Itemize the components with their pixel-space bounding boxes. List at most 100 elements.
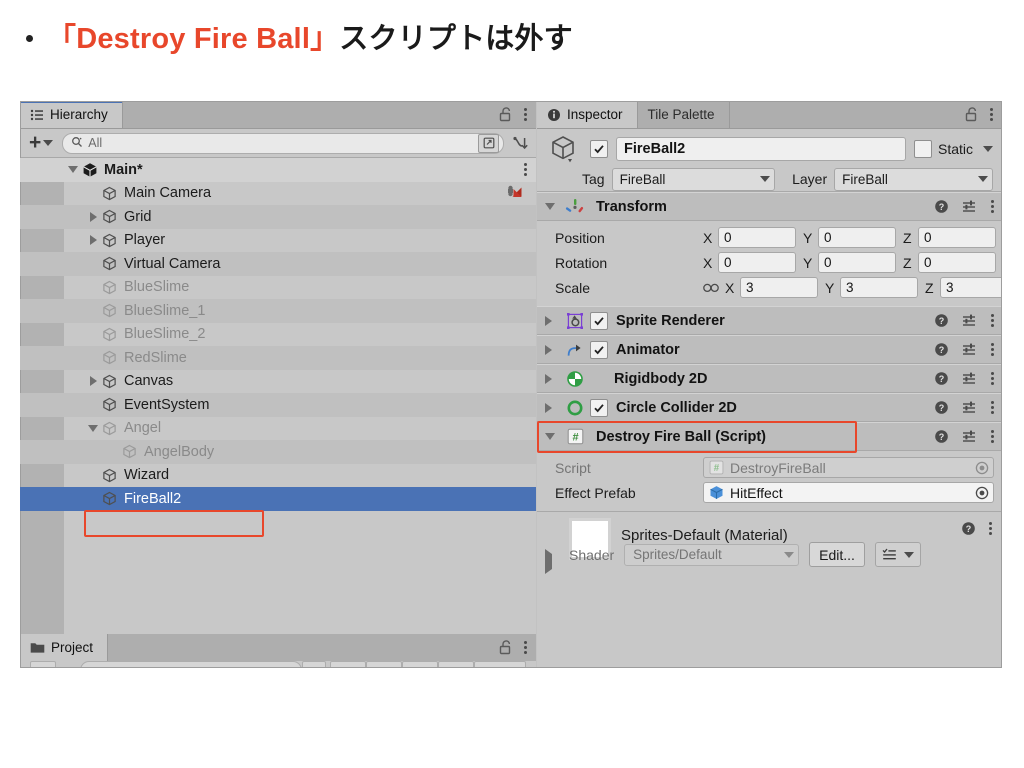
help-icon[interactable]: ? (934, 429, 949, 444)
preset-sliders-icon[interactable] (962, 371, 977, 386)
kebab-menu-icon[interactable] (990, 371, 994, 386)
static-dropdown-caret-icon[interactable] (983, 146, 993, 152)
help-icon[interactable]: ? (934, 371, 949, 386)
preset-sliders-icon[interactable] (962, 429, 977, 444)
project-back-button[interactable] (30, 661, 56, 668)
tab-tile-palette[interactable]: Tile Palette (637, 101, 730, 128)
component-expand-toggle[interactable] (545, 373, 562, 384)
scale-link-icon[interactable] (703, 282, 719, 294)
kebab-menu-icon[interactable] (990, 342, 994, 357)
hierarchy-item-maincamera[interactable]: Main Camera (20, 182, 536, 206)
transform-rotation-z-input[interactable]: 0 (918, 252, 996, 273)
hierarchy-item-angelbody[interactable]: AngelBody (20, 440, 536, 464)
preset-sliders-icon[interactable] (962, 400, 977, 415)
kebab-menu-icon[interactable] (523, 640, 527, 655)
search-input[interactable]: All (62, 132, 504, 154)
transform-expand-toggle[interactable] (545, 203, 562, 210)
transform-position-x-input[interactable]: 0 (718, 227, 796, 248)
lock-open-icon[interactable] (965, 107, 978, 122)
shader-dropdown[interactable]: Sprites/Default (624, 543, 800, 566)
script-header[interactable]: # Destroy Fire Ball (Script) ? (537, 422, 1002, 451)
material-expand-toggle[interactable] (545, 549, 552, 574)
hierarchy-item-eventsystem[interactable]: EventSystem (20, 393, 536, 417)
kebab-menu-icon[interactable] (523, 107, 527, 122)
script-expand-toggle[interactable] (545, 433, 562, 440)
preset-sliders-icon[interactable] (962, 199, 977, 214)
project-label-button[interactable] (402, 661, 438, 668)
component-expand-toggle[interactable] (545, 315, 562, 326)
component-enabled-checkbox[interactable] (590, 340, 608, 359)
expand-toggle[interactable] (66, 166, 80, 174)
transform-scale-y-input[interactable]: 3 (840, 277, 918, 298)
kebab-menu-icon[interactable] (989, 107, 993, 122)
component-header-circlecollider2d[interactable]: Circle Collider 2D? (537, 393, 1002, 422)
hierarchy-item-blueslime_1[interactable]: BlueSlime_1 (20, 299, 536, 323)
static-checkbox[interactable] (913, 140, 932, 158)
hierarchy-item-angel[interactable]: Angel (20, 417, 536, 441)
tab-hierarchy[interactable]: Hierarchy (20, 101, 123, 128)
help-icon[interactable]: ? (934, 199, 949, 214)
hierarchy-item-main[interactable]: Main* (20, 158, 536, 182)
preset-sliders-icon[interactable] (962, 313, 977, 328)
hierarchy-item-wizard[interactable]: Wizard (20, 464, 536, 488)
hierarchy-item-virtualcamera[interactable]: Virtual Camera (20, 252, 536, 276)
create-object-button[interactable]: + (26, 132, 56, 153)
expand-toggle[interactable] (86, 235, 100, 246)
sort-icon[interactable] (510, 135, 530, 152)
hierarchy-item-fireball2[interactable]: FireBall2 (20, 487, 536, 511)
help-icon[interactable]: ? (961, 521, 976, 536)
hierarchy-item-player[interactable]: Player (20, 229, 536, 253)
static-toggle[interactable]: Static (913, 140, 993, 158)
project-filter-button[interactable] (330, 661, 366, 668)
kebab-menu-icon[interactable] (523, 162, 527, 177)
kebab-menu-icon[interactable] (988, 521, 992, 536)
transform-rotation-x-input[interactable]: 0 (718, 252, 796, 273)
transform-rotation-y-input[interactable]: 0 (818, 252, 896, 273)
project-favorites-button[interactable] (366, 661, 402, 668)
component-expand-toggle[interactable] (545, 344, 562, 355)
transform-scale-x-input[interactable]: 3 (740, 277, 818, 298)
transform-scale-z-input[interactable]: 3 (940, 277, 1002, 298)
edit-shader-button[interactable]: Edit... (809, 542, 865, 567)
gameobject-enabled-checkbox[interactable] (590, 140, 608, 158)
help-icon[interactable]: ? (934, 342, 949, 357)
project-slider[interactable] (474, 661, 526, 668)
kebab-menu-icon[interactable] (990, 400, 994, 415)
component-header-animator[interactable]: Animator? (537, 335, 1002, 364)
hierarchy-item-grid[interactable]: Grid (20, 205, 536, 229)
kebab-menu-icon[interactable] (990, 313, 994, 328)
component-header-rigidbody2d[interactable]: Rigidbody 2D? (537, 364, 1002, 393)
layer-dropdown[interactable]: FireBall (834, 167, 993, 191)
material-options-button[interactable] (874, 542, 921, 567)
help-icon[interactable]: ? (934, 400, 949, 415)
hierarchy-item-blueslime_2[interactable]: BlueSlime_2 (20, 323, 536, 347)
effect-prefab-object-field[interactable]: HitEffect (703, 482, 994, 503)
hierarchy-item-blueslime[interactable]: BlueSlime (20, 276, 536, 300)
tab-project[interactable]: Project (20, 634, 109, 661)
transform-position-y-input[interactable]: 0 (818, 227, 896, 248)
preset-sliders-icon[interactable] (962, 342, 977, 357)
expand-toggle[interactable] (86, 424, 100, 432)
component-expand-toggle[interactable] (545, 402, 562, 413)
tab-inspector[interactable]: Inspector (537, 101, 638, 128)
hierarchy-tree[interactable]: Main* Main Camera Grid Player Virtual Camera… (20, 158, 536, 636)
component-enabled-checkbox[interactable] (590, 398, 608, 417)
lock-open-icon[interactable] (499, 640, 512, 655)
hierarchy-item-redslime[interactable]: RedSlime (20, 346, 536, 370)
project-view-toggle[interactable] (302, 661, 326, 668)
expand-toggle[interactable] (86, 376, 100, 387)
expand-toggle[interactable] (86, 211, 100, 222)
gameobject-name-input[interactable]: FireBall2 (616, 137, 906, 161)
transform-header[interactable]: Transform ? (537, 192, 1002, 221)
project-search-input[interactable] (80, 661, 302, 668)
component-enabled-checkbox[interactable] (590, 311, 608, 330)
object-picker-icon[interactable] (975, 486, 989, 500)
hierarchy-item-canvas[interactable]: Canvas (20, 370, 536, 394)
kebab-menu-icon[interactable] (990, 429, 994, 444)
tag-dropdown[interactable]: FireBall (611, 167, 776, 191)
lock-open-icon[interactable] (499, 107, 512, 122)
help-icon[interactable]: ? (934, 313, 949, 328)
component-header-spriterenderer[interactable]: Sprite Renderer? (537, 306, 1002, 335)
kebab-menu-icon[interactable] (990, 199, 994, 214)
transform-position-z-input[interactable]: 0 (918, 227, 996, 248)
